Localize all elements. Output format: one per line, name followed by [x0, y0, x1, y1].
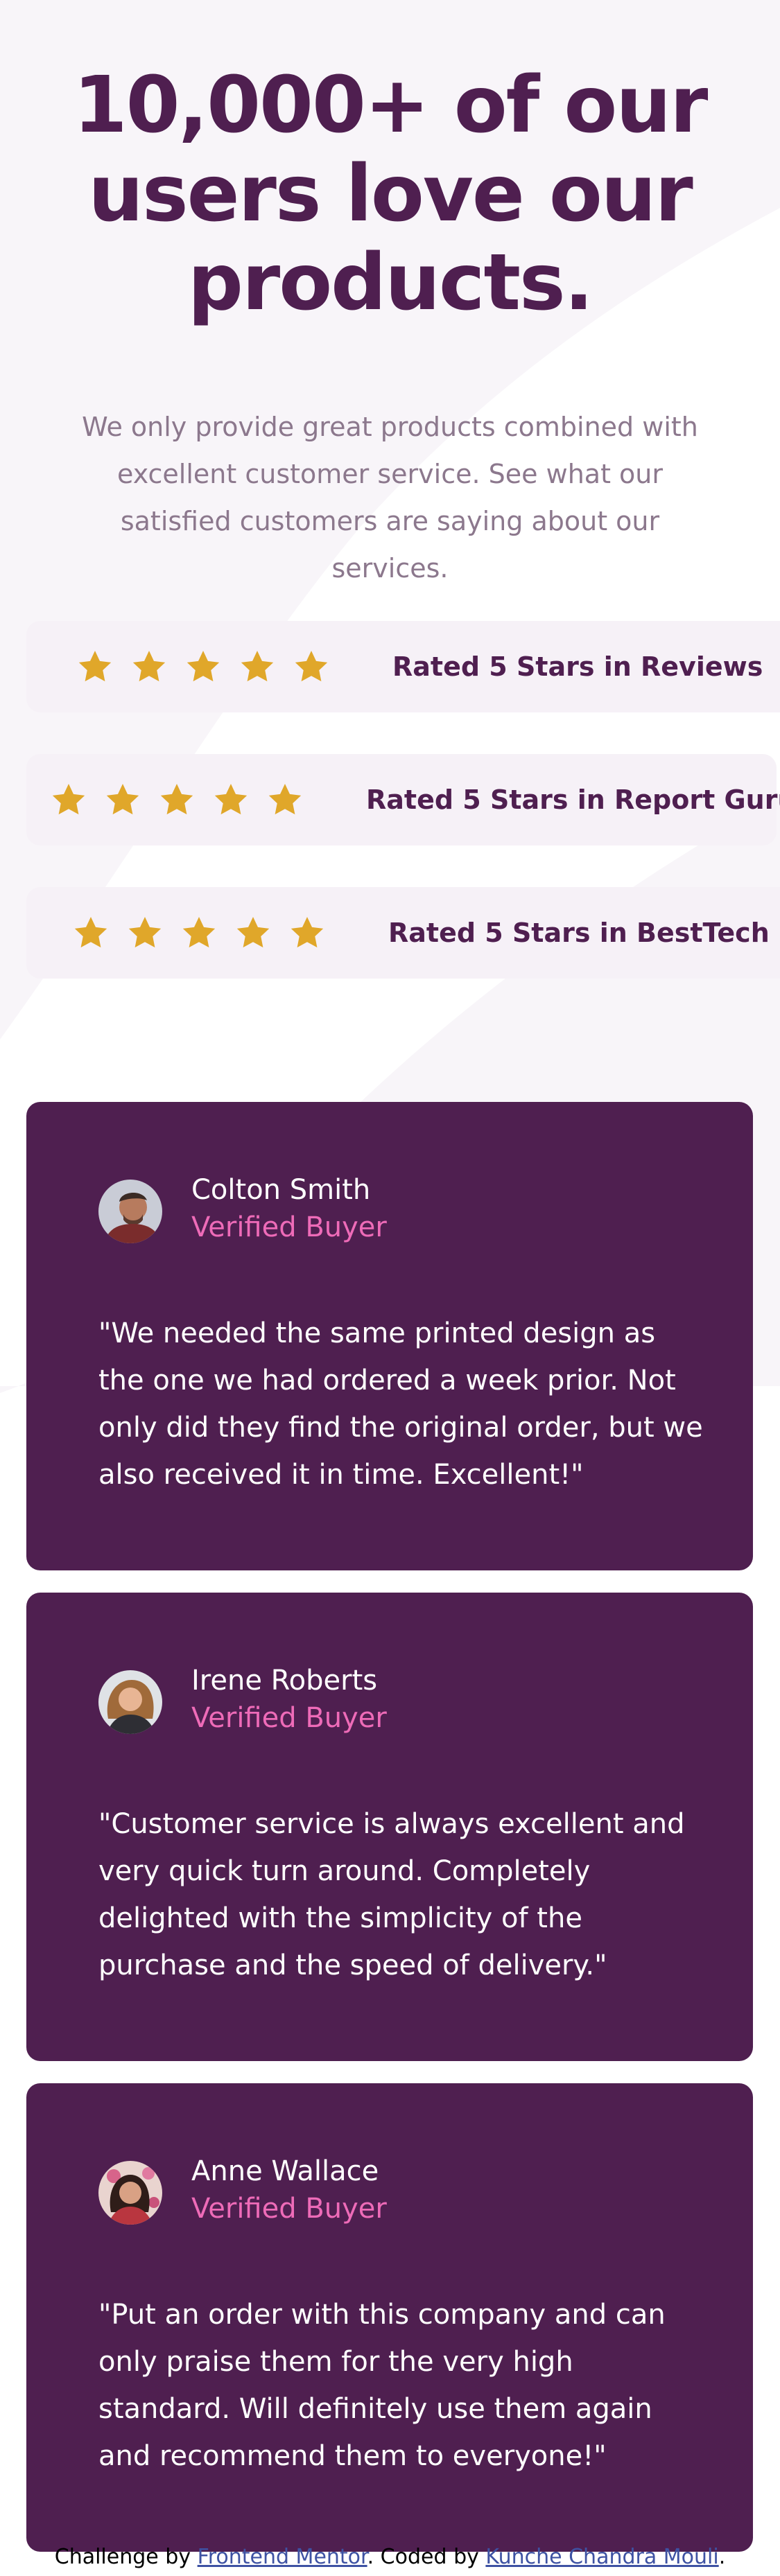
star-icon	[266, 781, 304, 818]
page-title-line-2: users love our	[88, 149, 693, 239]
star-icon	[212, 781, 250, 818]
avatar	[98, 1670, 162, 1734]
testimonial-card: Anne Wallace Verified Buyer "Put an orde…	[26, 2083, 753, 2552]
reviewer-name: Anne Wallace	[191, 2155, 379, 2187]
testimonial-card: Colton Smith Verified Buyer "We needed t…	[26, 1102, 753, 1570]
star-icon	[130, 648, 168, 685]
star-icon	[288, 914, 326, 952]
frontend-mentor-link[interactable]: Frontend Mentor	[198, 2545, 367, 2569]
star-icon	[72, 914, 110, 952]
rating-report-guru: Rated 5 Stars in Report Guru	[26, 754, 780, 845]
attribution-footer: Challenge by Frontend Mentor. Coded by K…	[0, 2542, 780, 2573]
footer-text: Challenge by	[54, 2545, 191, 2569]
star-icon	[158, 781, 196, 818]
star-icon	[126, 914, 164, 952]
star-icon	[293, 648, 330, 685]
testimonial-quote: "Customer service is always excellent an…	[98, 1808, 685, 1981]
rating-label: Rated 5 Stars in BestTech	[388, 918, 770, 948]
page-title: 10,000+ of our users love our products.	[0, 61, 780, 327]
star-rating	[50, 781, 320, 818]
testimonials-page: 10,000+ of our users love our products. …	[0, 0, 780, 2576]
avatar	[98, 1180, 162, 1243]
page-title-line-1: 10,000+ of our	[73, 60, 709, 150]
reviewer-name: Colton Smith	[191, 1174, 371, 1206]
testimonial-quote: "Put an order with this company and can …	[98, 2299, 666, 2472]
rating-label: Rated 5 Stars in Reviews	[392, 651, 763, 682]
testimonial-card: Irene Roberts Verified Buyer "Customer s…	[26, 1593, 753, 2061]
star-icon	[104, 781, 141, 818]
star-rating	[72, 914, 343, 952]
rating-reviews: Rated 5 Stars in Reviews	[26, 621, 780, 712]
star-icon	[50, 781, 87, 818]
footer-text: . Coded by	[367, 2545, 479, 2569]
page-title-line-3: products.	[187, 238, 593, 328]
verified-buyer-label: Verified Buyer	[191, 2193, 387, 2225]
reviewer-name: Irene Roberts	[191, 1665, 378, 1697]
star-icon	[184, 648, 222, 685]
avatar	[98, 2161, 162, 2225]
rating-besttech: Rated 5 Stars in BestTech	[26, 887, 780, 979]
verified-buyer-label: Verified Buyer	[191, 1211, 387, 1243]
testimonial-quote: "We needed the same printed design as th…	[98, 1317, 703, 1491]
star-rating	[76, 648, 347, 685]
author-link[interactable]: Kunche Chandra Mouli	[485, 2545, 718, 2569]
star-icon	[180, 914, 218, 952]
verified-buyer-label: Verified Buyer	[191, 1702, 387, 1734]
footer-text: .	[718, 2545, 726, 2569]
rating-label: Rated 5 Stars in Report Guru	[366, 785, 780, 815]
intro-text: We only provide great products combined …	[82, 412, 698, 584]
star-icon	[239, 648, 276, 685]
star-icon	[234, 914, 272, 952]
star-icon	[76, 648, 114, 685]
